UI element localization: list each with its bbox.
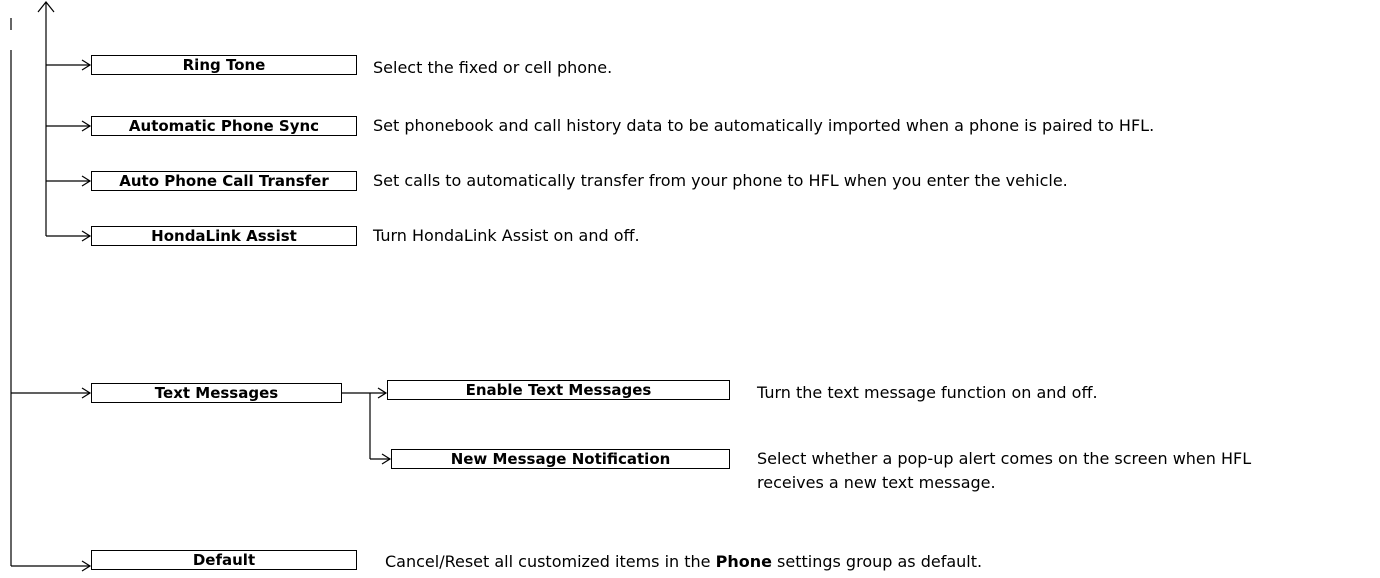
default-box: Default <box>91 550 357 570</box>
hondalink-assist-box: HondaLink Assist <box>91 226 357 246</box>
enable-text-messages-label: Enable Text Messages <box>465 381 652 399</box>
automatic-phone-sync-box: Automatic Phone Sync <box>91 116 357 136</box>
auto-phone-call-transfer-description: Set calls to automatically transfer from… <box>373 171 1068 190</box>
default-description-bold: Phone <box>715 552 772 571</box>
new-message-notification-description-line-2: receives a new text message. <box>757 473 996 492</box>
enable-text-messages-description: Turn the text message function on and of… <box>757 383 1098 402</box>
new-message-notification-box: New Message Notification <box>391 449 730 469</box>
ring-tone-description: Select the fixed or cell phone. <box>373 58 613 77</box>
hondalink-assist-label: HondaLink Assist <box>151 227 297 245</box>
text-messages-box: Text Messages <box>91 383 342 403</box>
new-message-notification-description-line-1: Select whether a pop-up alert comes on t… <box>757 449 1252 468</box>
default-description-before: Cancel/Reset all customized items in the <box>385 552 716 571</box>
auto-phone-call-transfer-label: Auto Phone Call Transfer <box>119 172 329 190</box>
automatic-phone-sync-description: Set phonebook and call history data to b… <box>373 116 1155 135</box>
default-label: Default <box>192 551 256 569</box>
default-description-after: settings group as default. <box>771 552 983 571</box>
auto-phone-call-transfer-box: Auto Phone Call Transfer <box>91 171 357 191</box>
text-messages-label: Text Messages <box>154 384 279 402</box>
automatic-phone-sync-label: Automatic Phone Sync <box>128 117 320 135</box>
new-message-notification-description: Select whether a pop-up alert comes on t… <box>757 447 1251 495</box>
hondalink-assist-description: Turn HondaLink Assist on and off. <box>373 226 640 245</box>
enable-text-messages-box: Enable Text Messages <box>387 380 730 400</box>
ring-tone-box: Ring Tone <box>91 55 357 75</box>
default-description: Cancel/Reset all customized items in the… <box>385 550 982 574</box>
ring-tone-label: Ring Tone <box>182 56 266 74</box>
new-message-notification-label: New Message Notification <box>450 450 671 468</box>
